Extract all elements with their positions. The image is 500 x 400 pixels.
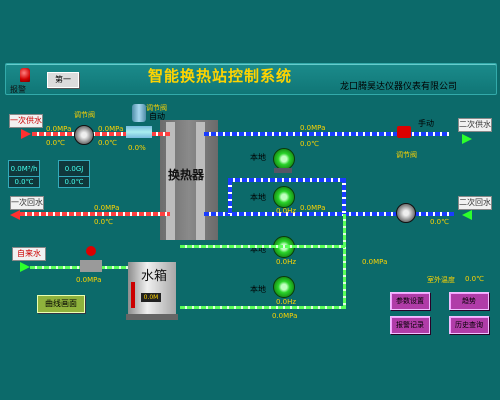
makeup-to-pump-line-1 (180, 245, 345, 248)
makeup-vertical (343, 214, 346, 309)
primary-supply-temp: 0.0℃ (46, 139, 65, 147)
valve-open-value: 0.0% (128, 144, 146, 152)
pump-loop-right (342, 178, 346, 214)
secondary-supply-pipe (204, 132, 449, 136)
secondary-return-sign: 二次回水 (458, 196, 492, 210)
secondary-temp: 0.0℃ (300, 140, 319, 148)
pump-2-freq: 0.0Hz (276, 207, 297, 215)
primary-supply-pressure-a: 0.0MPa (46, 125, 72, 133)
primary-supply-meter-label: 调节阀 (74, 111, 95, 119)
secondary-return-pressure: 0.0MPa (300, 204, 326, 212)
first-button[interactable]: 第一 (47, 72, 79, 88)
page-title: 智能换热站控制系统 (148, 67, 293, 85)
pump-3-freq: 0.0Hz (276, 258, 297, 266)
alarm-label: 报警 (10, 85, 26, 94)
secondary-pressure: 0.0MPa (300, 124, 326, 132)
param-set-button[interactable]: 参数设置 (390, 292, 430, 310)
makeup-pump-2-icon[interactable] (273, 276, 295, 298)
secondary-return-pipe (204, 212, 454, 216)
secondary-valve-label: 调节阀 (396, 151, 417, 159)
auto-mode-label[interactable]: 自动 (149, 111, 165, 122)
makeup-pressure: 0.0MPa (76, 276, 102, 284)
alarm-record-button[interactable]: 报警记录 (390, 316, 430, 334)
secondary-supply-arrow-icon (462, 134, 472, 144)
primary-return-temp: 0.0℃ (94, 218, 113, 226)
secondary-return-meter-icon[interactable] (396, 203, 416, 223)
outdoor-temp-value: 0.0℃ (465, 275, 484, 283)
makeup-valve-body (80, 260, 102, 272)
tank-label: 水箱 (141, 269, 168, 284)
primary-supply-sign: 一次供水 (9, 114, 43, 128)
tank-level-bar (131, 282, 135, 308)
makeup-side-pressure: 0.0MPa (362, 258, 388, 266)
secondary-supply-sign: 二次供水 (458, 118, 492, 132)
secondary-return-arrow-icon (462, 210, 472, 220)
control-valve-body (126, 126, 152, 138)
pump-loop-top (228, 178, 344, 182)
pump-4-mode: 本地 (250, 285, 266, 294)
primary-supply-arrow-icon (21, 129, 31, 139)
pump-1-base (274, 168, 292, 173)
makeup-to-pump-line-2 (180, 306, 345, 309)
secondary-return-temp: 0.0℃ (430, 218, 449, 226)
circulation-pump-1-icon[interactable] (273, 148, 295, 170)
water-tank-cap (126, 314, 178, 320)
primary-supply-meter-icon[interactable] (74, 125, 94, 145)
primary-return-sign: 一次回水 (10, 196, 44, 210)
outdoor-temp-label: 室外温度 (427, 276, 455, 284)
curve-screen-button[interactable]: 曲线画面 (37, 295, 85, 313)
temp-readout-b: 0.0℃ (58, 176, 90, 188)
primary-supply-temp-b: 0.0℃ (98, 139, 117, 147)
tank-level-display: 0.0M (141, 293, 161, 302)
pump-2-mode: 本地 (250, 193, 266, 202)
circulation-pump-2-icon[interactable] (273, 186, 295, 208)
control-valve-actuator[interactable] (132, 104, 146, 122)
pump-4-freq: 0.0Hz (276, 298, 297, 306)
primary-supply-pressure-b: 0.0MPa (98, 125, 124, 133)
temp-readout-a: 0.0℃ (8, 176, 40, 188)
alarm-lamp-icon[interactable] (20, 68, 30, 82)
pump-1-mode: 本地 (250, 153, 266, 162)
history-button[interactable]: 历史查询 (449, 316, 489, 334)
primary-return-pressure: 0.0MPa (94, 204, 120, 212)
makeup-line-pressure: 0.0MPa (272, 312, 298, 320)
pump-loop-left (228, 180, 232, 214)
makeup-water-sign: 自来水 (12, 247, 46, 261)
primary-return-arrow-icon (10, 210, 20, 220)
exchanger-label: 换热器 (168, 168, 205, 182)
manual-mode-label[interactable]: 手动 (418, 118, 434, 129)
primary-return-pipe (20, 212, 170, 216)
trend-button[interactable]: 趋势 (449, 292, 489, 310)
secondary-valve-icon[interactable] (397, 126, 411, 138)
makeup-arrow-icon (20, 262, 30, 272)
company-name: 龙口腾昊达仪器仪表有限公司 (340, 82, 458, 92)
makeup-valve-icon[interactable] (86, 246, 96, 256)
